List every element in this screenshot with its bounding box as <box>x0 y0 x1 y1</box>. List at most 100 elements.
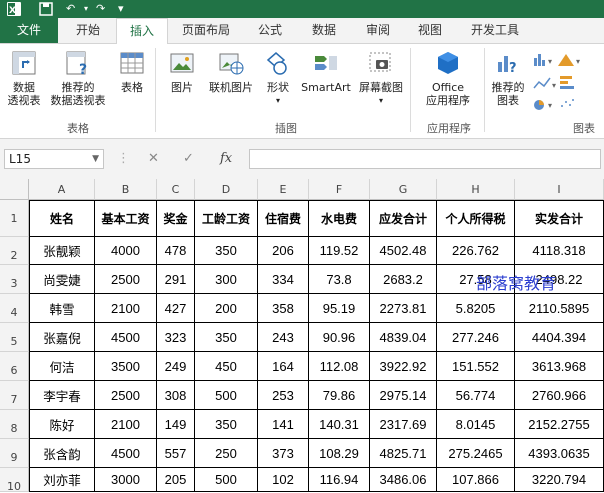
table-cell[interactable]: 500 <box>195 381 258 410</box>
table-cell[interactable]: 张嘉倪 <box>29 323 95 352</box>
save-icon[interactable] <box>38 1 54 17</box>
table-cell[interactable]: 3000 <box>95 468 157 492</box>
online-pictures-button[interactable]: 联机图片 <box>204 50 258 94</box>
pivottable-button[interactable]: 数据 透视表 <box>4 50 44 107</box>
table-cell[interactable]: 4825.71 <box>370 439 437 468</box>
table-header-cell[interactable]: 姓名 <box>29 200 95 237</box>
table-cell[interactable]: 2110.5895 <box>515 294 604 323</box>
table-cell[interactable]: 350 <box>195 237 258 265</box>
table-cell[interactable]: 243 <box>258 323 309 352</box>
office-apps-button[interactable]: Office 应用程序 <box>416 50 480 107</box>
table-cell[interactable]: 4118.318 <box>515 237 604 265</box>
table-cell[interactable]: 206 <box>258 237 309 265</box>
table-header-cell[interactable]: 水电费 <box>309 200 370 237</box>
table-cell[interactable]: 151.552 <box>437 352 515 381</box>
table-header-cell[interactable]: 住宿费 <box>258 200 309 237</box>
column-header-f[interactable]: F <box>309 179 370 200</box>
table-cell[interactable]: 323 <box>157 323 195 352</box>
table-header-cell[interactable]: 实发合计 <box>515 200 604 237</box>
table-cell[interactable]: 2500 <box>95 381 157 410</box>
table-cell[interactable]: 4500 <box>95 439 157 468</box>
tab-review[interactable]: 审阅 <box>356 18 400 43</box>
table-cell[interactable]: 2975.14 <box>370 381 437 410</box>
table-cell[interactable]: 4404.394 <box>515 323 604 352</box>
table-cell[interactable]: 79.86 <box>309 381 370 410</box>
table-cell[interactable]: 73.8 <box>309 265 370 294</box>
row-header-10[interactable]: 10 <box>0 468 29 493</box>
table-cell[interactable]: 56.774 <box>437 381 515 410</box>
table-cell[interactable]: 200 <box>195 294 258 323</box>
table-cell[interactable]: 2100 <box>95 294 157 323</box>
shapes-button[interactable]: 形状 ▾ <box>260 50 296 107</box>
table-cell[interactable]: 249 <box>157 352 195 381</box>
pictures-button[interactable]: 图片 <box>162 50 202 94</box>
table-cell[interactable]: 刘亦菲 <box>29 468 95 492</box>
table-cell[interactable]: 149 <box>157 410 195 439</box>
chevron-down-icon[interactable]: ▼ <box>92 150 99 168</box>
cancel-icon[interactable]: ✕ <box>148 149 159 169</box>
table-cell[interactable]: 张含韵 <box>29 439 95 468</box>
chart-gallery[interactable]: ▾ ▾ ▾ ▾ <box>532 50 602 110</box>
table-cell[interactable]: 3613.968 <box>515 352 604 381</box>
table-cell[interactable]: 108.29 <box>309 439 370 468</box>
table-cell[interactable]: 107.866 <box>437 468 515 492</box>
table-cell[interactable]: 119.52 <box>309 237 370 265</box>
table-cell[interactable]: 373 <box>258 439 309 468</box>
table-cell[interactable]: 102 <box>258 468 309 492</box>
table-header-cell[interactable]: 工龄工资 <box>195 200 258 237</box>
table-cell[interactable]: 陈好 <box>29 410 95 439</box>
table-cell[interactable]: 3922.92 <box>370 352 437 381</box>
row-header-5[interactable]: 5 <box>0 323 29 352</box>
table-cell[interactable]: 308 <box>157 381 195 410</box>
customize-qat-icon[interactable]: ▾ <box>118 1 124 17</box>
table-header-cell[interactable]: 个人所得税 <box>437 200 515 237</box>
table-cell[interactable]: 2683.2 <box>370 265 437 294</box>
table-cell[interactable]: 2500 <box>95 265 157 294</box>
table-cell[interactable]: 116.94 <box>309 468 370 492</box>
table-cell[interactable]: 4502.48 <box>370 237 437 265</box>
column-header-g[interactable]: G <box>370 179 437 200</box>
tab-page-layout[interactable]: 页面布局 <box>172 18 240 43</box>
recommended-pivottables-button[interactable]: ? 推荐的 数据透视表 <box>46 50 110 107</box>
screenshot-button[interactable]: 屏幕截图 ▾ <box>356 50 406 107</box>
table-cell[interactable]: 3500 <box>95 352 157 381</box>
tab-view[interactable]: 视图 <box>408 18 452 43</box>
column-header-h[interactable]: H <box>437 179 515 200</box>
table-header-cell[interactable]: 基本工资 <box>95 200 157 237</box>
row-header-4[interactable]: 4 <box>0 294 29 323</box>
table-cell[interactable]: 90.96 <box>309 323 370 352</box>
table-cell[interactable]: 226.762 <box>437 237 515 265</box>
column-header-e[interactable]: E <box>258 179 309 200</box>
table-cell[interactable]: 557 <box>157 439 195 468</box>
table-cell[interactable]: 450 <box>195 352 258 381</box>
table-cell[interactable]: 291 <box>157 265 195 294</box>
redo-icon[interactable]: ↷ <box>96 1 105 17</box>
row-header-1[interactable]: 1 <box>0 200 29 237</box>
table-cell[interactable]: 205 <box>157 468 195 492</box>
tab-home[interactable]: 开始 <box>64 18 112 43</box>
table-cell[interactable]: 358 <box>258 294 309 323</box>
table-cell[interactable]: 350 <box>195 323 258 352</box>
table-cell[interactable]: 8.0145 <box>437 410 515 439</box>
name-box[interactable]: L15 ▼ <box>4 149 104 169</box>
table-cell[interactable]: 253 <box>258 381 309 410</box>
table-cell[interactable]: 334 <box>258 265 309 294</box>
table-cell[interactable]: 478 <box>157 237 195 265</box>
column-header-d[interactable]: D <box>195 179 258 200</box>
table-cell[interactable]: 350 <box>195 410 258 439</box>
table-cell[interactable]: 何洁 <box>29 352 95 381</box>
table-cell[interactable]: 3220.794 <box>515 468 604 492</box>
column-header-a[interactable]: A <box>29 179 95 200</box>
column-header-b[interactable]: B <box>95 179 157 200</box>
formula-input[interactable] <box>249 149 601 169</box>
column-header-c[interactable]: C <box>157 179 195 200</box>
row-header-3[interactable]: 3 <box>0 265 29 294</box>
table-cell[interactable]: 5.8205 <box>437 294 515 323</box>
table-cell[interactable]: 300 <box>195 265 258 294</box>
row-header-2[interactable]: 2 <box>0 237 29 265</box>
row-header-9[interactable]: 9 <box>0 439 29 468</box>
table-cell[interactable]: 4393.0635 <box>515 439 604 468</box>
select-all-corner[interactable] <box>0 179 29 200</box>
table-cell[interactable]: 140.31 <box>309 410 370 439</box>
row-header-7[interactable]: 7 <box>0 381 29 410</box>
